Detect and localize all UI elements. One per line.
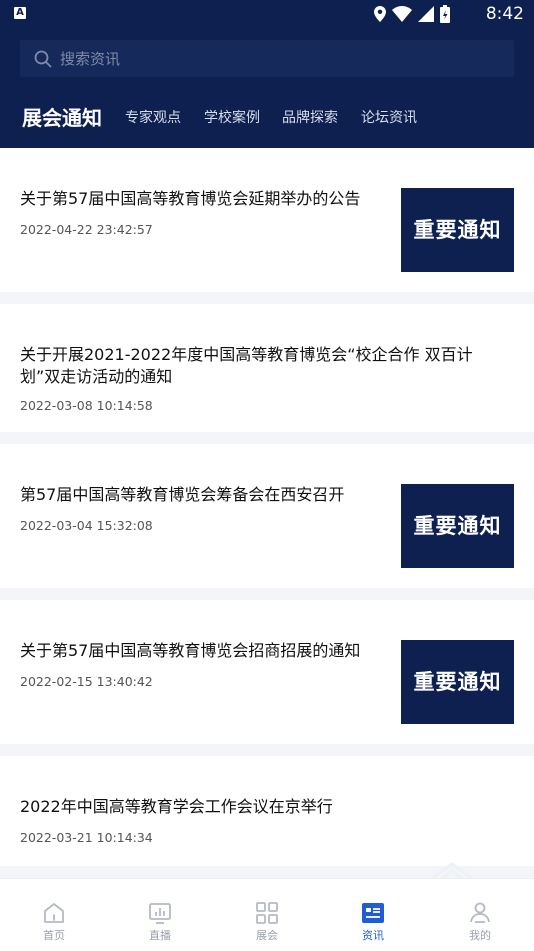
article-thumbnail: 重要通知 [401, 640, 514, 724]
nav-exhibition[interactable]: 展会 [227, 879, 307, 951]
nav-exhibition-label: 展会 [256, 929, 278, 942]
article-title: 关于第57届中国高等教育博览会延期举办的公告 [20, 189, 361, 208]
grid-icon [256, 902, 278, 924]
nav-news-label: 资讯 [362, 929, 384, 942]
article-date: 2022-02-15 13:40:42 [20, 674, 153, 689]
article-title: 第57届中国高等教育博览会筹备会在西安召开 [20, 485, 345, 504]
header: A 8:42 搜索资讯 展会通知 专家观点 学校案例 品牌探索 论坛资讯 [0, 0, 534, 148]
tab-exhibition-notice[interactable]: 展会通知 [22, 102, 102, 134]
list-item[interactable]: 关于开展2021-2022年度中国高等教育博览会“校企合作 双百计 划”双走访活… [0, 304, 534, 432]
nav-news[interactable]: 资讯 [333, 879, 413, 951]
signal-icon [418, 6, 434, 22]
list-item[interactable]: 2022年中国高等教育学会工作会议在京举行 2022-03-21 10:14:3… [0, 756, 534, 866]
search-icon [34, 50, 52, 68]
article-thumbnail: 重要通知 [401, 484, 514, 568]
article-title-line-2: 划”双走访活动的通知 [20, 367, 173, 386]
article-title-line-1: 关于开展2021-2022年度中国高等教育博览会“校企合作 双百计 [20, 345, 473, 364]
article-date: 2022-03-21 10:14:34 [20, 830, 153, 845]
article-date: 2022-03-08 10:14:58 [20, 398, 153, 413]
nav-live-label: 直播 [149, 929, 171, 942]
article-title: 关于第57届中国高等教育博览会招商招展的通知 [20, 641, 361, 660]
location-icon [374, 6, 386, 22]
home-icon [44, 903, 64, 923]
list-item[interactable]: 第57届中国高等教育博览会筹备会在西安召开 2022-03-04 15:32:0… [0, 444, 534, 588]
user-icon [470, 902, 490, 923]
bottom-navigation: 首页 直播 展会 资讯 我的 [0, 878, 534, 951]
list-item[interactable]: 关于第57届中国高等教育博览会延期举办的公告 2022-04-22 23:42:… [0, 148, 534, 292]
search-placeholder: 搜索资讯 [60, 50, 121, 68]
tab-expert-views[interactable]: 专家观点 [125, 102, 181, 134]
status-icons [374, 4, 450, 24]
nav-live[interactable]: 直播 [120, 879, 200, 951]
tab-forum-news[interactable]: 论坛资讯 [361, 102, 417, 134]
battery-icon [440, 5, 450, 23]
clock: 8:42 [485, 4, 524, 24]
news-icon [362, 903, 384, 923]
wifi-icon [392, 6, 412, 22]
list-item[interactable]: 关于第57届中国高等教育博览会招商招展的通知 2022-02-15 13:40:… [0, 600, 534, 744]
nav-home-label: 首页 [43, 929, 65, 942]
app-notification-icon: A [14, 7, 26, 19]
article-date: 2022-03-04 15:32:08 [20, 518, 153, 533]
article-title: 2022年中国高等教育学会工作会议在京举行 [20, 797, 333, 816]
live-icon [149, 903, 171, 924]
status-bar: A 8:42 [0, 0, 534, 28]
nav-profile[interactable]: 我的 [440, 879, 520, 951]
nav-profile-label: 我的 [469, 929, 491, 942]
nav-home[interactable]: 首页 [14, 879, 94, 951]
tab-school-cases[interactable]: 学校案例 [204, 102, 260, 134]
search-input[interactable]: 搜索资讯 [20, 40, 514, 77]
article-date: 2022-04-22 23:42:57 [20, 222, 153, 237]
tab-brand-explore[interactable]: 品牌探索 [282, 102, 338, 134]
article-thumbnail: 重要通知 [401, 188, 514, 272]
